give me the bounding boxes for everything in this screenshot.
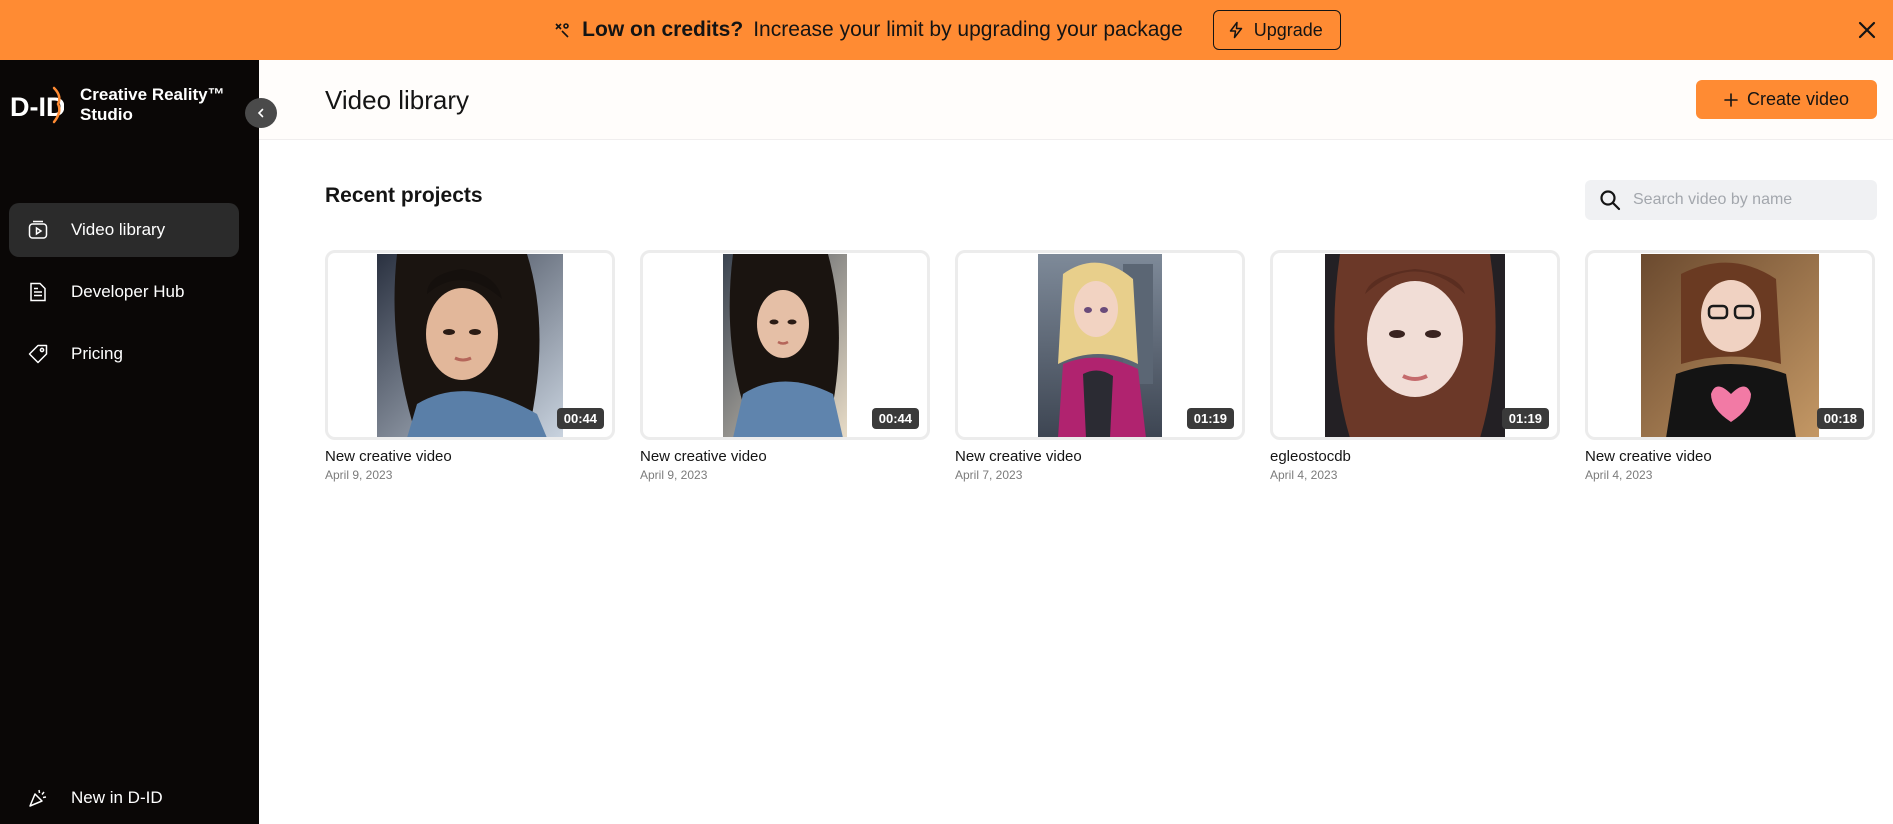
video-date: April 7, 2023 [955,468,1023,482]
sidebar: D-ID Creative Reality™ Studio Video libr… [0,60,259,824]
upgrade-label: Upgrade [1253,19,1323,40]
new-in-d-id-link[interactable]: New in D-ID [27,787,163,809]
upgrade-button[interactable]: Upgrade [1212,10,1341,50]
chevron-left-icon [255,107,267,119]
video-card[interactable]: 00:18 New creative video April 4, 2023 [1585,250,1875,482]
duration-badge: 00:44 [556,408,604,429]
video-thumbnail[interactable]: 00:44 [640,250,930,440]
video-thumbnail[interactable]: 01:19 [955,250,1245,440]
search-input[interactable] [1633,191,1853,209]
plus-icon [1724,92,1738,107]
sidebar-nav: Video library Developer Hub Pricing [9,203,239,381]
banner-headline: Low on credits? [582,18,744,41]
video-title: New creative video [955,448,1082,465]
video-thumbnail-image [1641,254,1819,437]
video-date: April 9, 2023 [325,468,393,482]
lightning-icon [1227,21,1245,39]
video-thumbnail-image [1038,254,1162,437]
duration-badge: 00:18 [1816,408,1864,429]
banner-message: Increase your limit by upgrading your pa… [753,18,1183,41]
sidebar-item-video-library[interactable]: Video library [9,203,239,257]
create-video-label: Create video [1746,89,1850,109]
video-card[interactable]: 01:19 New creative video April 7, 2023 [955,250,1245,482]
sparkle-icon [552,20,572,40]
duration-badge: 00:44 [871,408,919,429]
video-thumbnail[interactable]: 00:18 [1585,250,1875,440]
party-popper-icon [27,787,49,809]
collapse-sidebar-button[interactable] [245,98,277,128]
brand-name-line2: Studio [80,105,133,124]
new-in-d-id-label: New in D-ID [71,788,163,807]
video-thumbnail[interactable]: 00:44 [325,250,615,440]
page-header: Video library Create video [259,60,1893,140]
recent-projects-title: Recent projects [325,184,483,207]
video-thumbnail-image [377,254,563,437]
sidebar-item-label: Developer Hub [71,282,185,301]
sidebar-item-label: Video library [71,220,166,239]
brand-name-line1: Creative Reality™ [80,85,225,104]
main-content: Video library Create video Recent projec… [259,60,1893,824]
duration-badge: 01:19 [1186,408,1234,429]
video-thumbnail-image [1325,254,1505,437]
video-date: April 4, 2023 [1270,468,1338,482]
brand[interactable]: D-ID Creative Reality™ Studio [10,84,225,126]
projects-grid: 00:44 New creative video April 9, 2023 0… [325,250,1875,482]
video-date: April 9, 2023 [640,468,708,482]
video-title: New creative video [325,448,452,465]
price-tag-icon [27,343,49,365]
video-thumbnail-image [723,254,847,437]
video-card[interactable]: 01:19 egleostocdb April 4, 2023 [1270,250,1560,482]
duration-badge: 01:19 [1501,408,1549,429]
create-video-button[interactable]: Create video [1696,80,1877,119]
video-card[interactable]: 00:44 New creative video April 9, 2023 [325,250,615,482]
video-thumbnail[interactable]: 01:19 [1270,250,1560,440]
search-icon [1599,189,1621,211]
page-title: Video library [325,85,470,115]
video-title: egleostocdb [1270,448,1351,465]
sidebar-item-developer-hub[interactable]: Developer Hub [9,265,239,319]
video-title: New creative video [1585,448,1712,465]
document-icon [27,281,49,303]
video-title: New creative video [640,448,767,465]
sidebar-item-label: Pricing [71,344,123,363]
d-id-logo: D-ID [10,84,66,126]
banner-content: Low on credits? Increase your limit by u… [552,10,1341,50]
credits-banner: Low on credits? Increase your limit by u… [0,0,1893,60]
sidebar-item-pricing[interactable]: Pricing [9,327,239,381]
video-library-icon [27,219,49,241]
video-date: April 4, 2023 [1585,468,1653,482]
close-icon[interactable] [1855,18,1879,42]
search-box [1585,180,1877,220]
brand-name: Creative Reality™ Studio [80,85,225,125]
video-card[interactable]: 00:44 New creative video April 9, 2023 [640,250,930,482]
